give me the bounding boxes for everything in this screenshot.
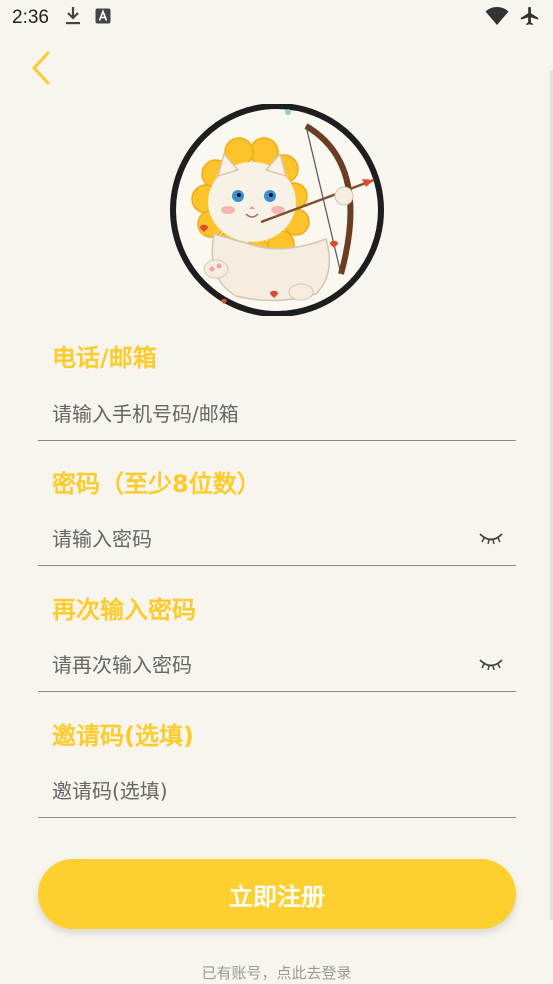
download-icon bbox=[65, 6, 81, 31]
password-input[interactable] bbox=[38, 512, 516, 566]
status-time: 2:36 bbox=[12, 7, 49, 28]
login-link[interactable]: 已有账号，点此去登录 bbox=[0, 962, 553, 983]
confirm-password-input[interactable] bbox=[38, 638, 516, 692]
invite-code-input[interactable] bbox=[38, 764, 516, 818]
confirm-password-label: 再次输入密码 bbox=[52, 596, 196, 624]
status-bar: 2:36 bbox=[0, 0, 553, 36]
phone-input[interactable] bbox=[38, 387, 516, 441]
password-label: 密码（至少8位数） bbox=[52, 470, 261, 498]
chevron-left-icon bbox=[30, 50, 52, 90]
register-button[interactable]: 立即注册 bbox=[38, 859, 516, 929]
wifi-icon bbox=[485, 6, 509, 31]
avatar bbox=[166, 103, 388, 317]
invite-code-label: 邀请码(选填) bbox=[52, 722, 194, 750]
eye-closed-icon[interactable] bbox=[478, 531, 504, 547]
back-button[interactable] bbox=[24, 50, 58, 90]
airplane-icon bbox=[519, 5, 541, 32]
phone-label: 电话/邮箱 bbox=[52, 344, 157, 372]
eye-closed-icon[interactable] bbox=[478, 657, 504, 673]
text-a-icon bbox=[95, 7, 111, 29]
